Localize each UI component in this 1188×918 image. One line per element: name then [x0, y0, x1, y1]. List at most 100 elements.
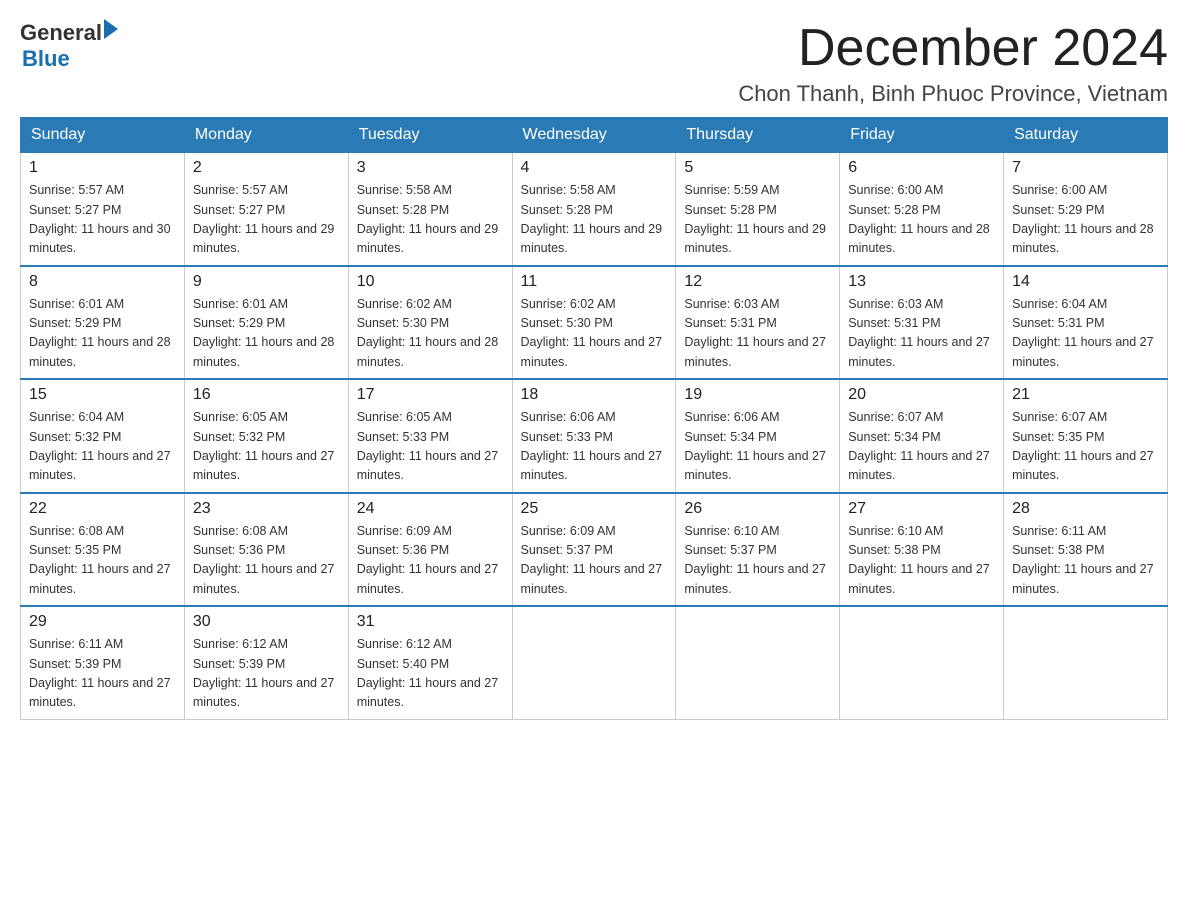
calendar-cell: 21 Sunrise: 6:07 AMSunset: 5:35 PMDaylig…: [1004, 379, 1168, 493]
calendar-cell: 25 Sunrise: 6:09 AMSunset: 5:37 PMDaylig…: [512, 493, 676, 607]
day-info: Sunrise: 6:03 AMSunset: 5:31 PMDaylight:…: [684, 295, 831, 373]
day-number: 23: [193, 500, 340, 518]
calendar-cell: 15 Sunrise: 6:04 AMSunset: 5:32 PMDaylig…: [21, 379, 185, 493]
calendar-cell: 13 Sunrise: 6:03 AMSunset: 5:31 PMDaylig…: [840, 266, 1004, 380]
calendar-week-row: 15 Sunrise: 6:04 AMSunset: 5:32 PMDaylig…: [21, 379, 1168, 493]
calendar-cell: 31 Sunrise: 6:12 AMSunset: 5:40 PMDaylig…: [348, 606, 512, 719]
day-info: Sunrise: 6:02 AMSunset: 5:30 PMDaylight:…: [521, 295, 668, 373]
calendar-cell: 20 Sunrise: 6:07 AMSunset: 5:34 PMDaylig…: [840, 379, 1004, 493]
calendar-week-row: 8 Sunrise: 6:01 AMSunset: 5:29 PMDayligh…: [21, 266, 1168, 380]
calendar-cell: 14 Sunrise: 6:04 AMSunset: 5:31 PMDaylig…: [1004, 266, 1168, 380]
day-number: 18: [521, 386, 668, 404]
calendar-week-row: 22 Sunrise: 6:08 AMSunset: 5:35 PMDaylig…: [21, 493, 1168, 607]
day-number: 27: [848, 500, 995, 518]
calendar-cell: 23 Sunrise: 6:08 AMSunset: 5:36 PMDaylig…: [184, 493, 348, 607]
day-number: 8: [29, 273, 176, 291]
day-number: 29: [29, 613, 176, 631]
calendar-cell: 19 Sunrise: 6:06 AMSunset: 5:34 PMDaylig…: [676, 379, 840, 493]
title-area: December 2024 Chon Thanh, Binh Phuoc Pro…: [738, 20, 1168, 107]
location-title: Chon Thanh, Binh Phuoc Province, Vietnam: [738, 81, 1168, 107]
calendar-cell: 5 Sunrise: 5:59 AMSunset: 5:28 PMDayligh…: [676, 153, 840, 266]
calendar-table: SundayMondayTuesdayWednesdayThursdayFrid…: [20, 117, 1168, 720]
calendar-cell: 27 Sunrise: 6:10 AMSunset: 5:38 PMDaylig…: [840, 493, 1004, 607]
day-info: Sunrise: 6:06 AMSunset: 5:34 PMDaylight:…: [684, 408, 831, 486]
day-number: 1: [29, 159, 176, 177]
page-header: General Blue December 2024 Chon Thanh, B…: [20, 20, 1168, 107]
weekday-header-tuesday: Tuesday: [348, 118, 512, 153]
day-info: Sunrise: 6:12 AMSunset: 5:40 PMDaylight:…: [357, 635, 504, 713]
weekday-header-wednesday: Wednesday: [512, 118, 676, 153]
logo-blue: Blue: [22, 46, 70, 72]
day-info: Sunrise: 5:58 AMSunset: 5:28 PMDaylight:…: [521, 181, 668, 259]
day-info: Sunrise: 6:05 AMSunset: 5:32 PMDaylight:…: [193, 408, 340, 486]
weekday-header-saturday: Saturday: [1004, 118, 1168, 153]
day-info: Sunrise: 6:11 AMSunset: 5:39 PMDaylight:…: [29, 635, 176, 713]
weekday-header-thursday: Thursday: [676, 118, 840, 153]
calendar-cell: 29 Sunrise: 6:11 AMSunset: 5:39 PMDaylig…: [21, 606, 185, 719]
day-info: Sunrise: 6:06 AMSunset: 5:33 PMDaylight:…: [521, 408, 668, 486]
day-number: 11: [521, 273, 668, 291]
calendar-cell: 10 Sunrise: 6:02 AMSunset: 5:30 PMDaylig…: [348, 266, 512, 380]
logo-triangle-icon: [104, 19, 118, 39]
day-info: Sunrise: 6:09 AMSunset: 5:37 PMDaylight:…: [521, 522, 668, 600]
day-number: 12: [684, 273, 831, 291]
calendar-week-row: 1 Sunrise: 5:57 AMSunset: 5:27 PMDayligh…: [21, 153, 1168, 266]
calendar-cell: 22 Sunrise: 6:08 AMSunset: 5:35 PMDaylig…: [21, 493, 185, 607]
day-info: Sunrise: 6:04 AMSunset: 5:32 PMDaylight:…: [29, 408, 176, 486]
day-number: 6: [848, 159, 995, 177]
calendar-cell: 9 Sunrise: 6:01 AMSunset: 5:29 PMDayligh…: [184, 266, 348, 380]
calendar-cell: 6 Sunrise: 6:00 AMSunset: 5:28 PMDayligh…: [840, 153, 1004, 266]
day-info: Sunrise: 6:10 AMSunset: 5:38 PMDaylight:…: [848, 522, 995, 600]
day-info: Sunrise: 6:07 AMSunset: 5:34 PMDaylight:…: [848, 408, 995, 486]
day-number: 24: [357, 500, 504, 518]
calendar-cell: 11 Sunrise: 6:02 AMSunset: 5:30 PMDaylig…: [512, 266, 676, 380]
day-info: Sunrise: 6:00 AMSunset: 5:28 PMDaylight:…: [848, 181, 995, 259]
day-info: Sunrise: 6:04 AMSunset: 5:31 PMDaylight:…: [1012, 295, 1159, 373]
day-number: 26: [684, 500, 831, 518]
day-number: 10: [357, 273, 504, 291]
day-number: 22: [29, 500, 176, 518]
calendar-cell: 24 Sunrise: 6:09 AMSunset: 5:36 PMDaylig…: [348, 493, 512, 607]
day-number: 31: [357, 613, 504, 631]
day-info: Sunrise: 5:57 AMSunset: 5:27 PMDaylight:…: [193, 181, 340, 259]
day-info: Sunrise: 6:08 AMSunset: 5:36 PMDaylight:…: [193, 522, 340, 600]
day-number: 17: [357, 386, 504, 404]
calendar-cell: 30 Sunrise: 6:12 AMSunset: 5:39 PMDaylig…: [184, 606, 348, 719]
day-number: 21: [1012, 386, 1159, 404]
calendar-cell: 18 Sunrise: 6:06 AMSunset: 5:33 PMDaylig…: [512, 379, 676, 493]
day-info: Sunrise: 6:01 AMSunset: 5:29 PMDaylight:…: [29, 295, 176, 373]
day-info: Sunrise: 6:03 AMSunset: 5:31 PMDaylight:…: [848, 295, 995, 373]
calendar-cell: 12 Sunrise: 6:03 AMSunset: 5:31 PMDaylig…: [676, 266, 840, 380]
calendar-cell: 4 Sunrise: 5:58 AMSunset: 5:28 PMDayligh…: [512, 153, 676, 266]
day-info: Sunrise: 6:05 AMSunset: 5:33 PMDaylight:…: [357, 408, 504, 486]
calendar-cell: 2 Sunrise: 5:57 AMSunset: 5:27 PMDayligh…: [184, 153, 348, 266]
calendar-cell: [1004, 606, 1168, 719]
logo: General Blue: [20, 20, 118, 72]
day-number: 19: [684, 386, 831, 404]
day-info: Sunrise: 6:01 AMSunset: 5:29 PMDaylight:…: [193, 295, 340, 373]
day-number: 16: [193, 386, 340, 404]
day-number: 5: [684, 159, 831, 177]
weekday-header-monday: Monday: [184, 118, 348, 153]
weekday-header-friday: Friday: [840, 118, 1004, 153]
day-number: 2: [193, 159, 340, 177]
day-info: Sunrise: 6:08 AMSunset: 5:35 PMDaylight:…: [29, 522, 176, 600]
day-info: Sunrise: 6:09 AMSunset: 5:36 PMDaylight:…: [357, 522, 504, 600]
calendar-cell: 28 Sunrise: 6:11 AMSunset: 5:38 PMDaylig…: [1004, 493, 1168, 607]
day-number: 28: [1012, 500, 1159, 518]
calendar-cell: 16 Sunrise: 6:05 AMSunset: 5:32 PMDaylig…: [184, 379, 348, 493]
day-number: 7: [1012, 159, 1159, 177]
day-number: 9: [193, 273, 340, 291]
calendar-cell: 26 Sunrise: 6:10 AMSunset: 5:37 PMDaylig…: [676, 493, 840, 607]
day-number: 4: [521, 159, 668, 177]
calendar-cell: [840, 606, 1004, 719]
day-number: 25: [521, 500, 668, 518]
calendar-cell: [676, 606, 840, 719]
day-number: 13: [848, 273, 995, 291]
day-number: 3: [357, 159, 504, 177]
day-info: Sunrise: 6:11 AMSunset: 5:38 PMDaylight:…: [1012, 522, 1159, 600]
day-number: 30: [193, 613, 340, 631]
calendar-cell: [512, 606, 676, 719]
calendar-cell: 8 Sunrise: 6:01 AMSunset: 5:29 PMDayligh…: [21, 266, 185, 380]
day-number: 20: [848, 386, 995, 404]
